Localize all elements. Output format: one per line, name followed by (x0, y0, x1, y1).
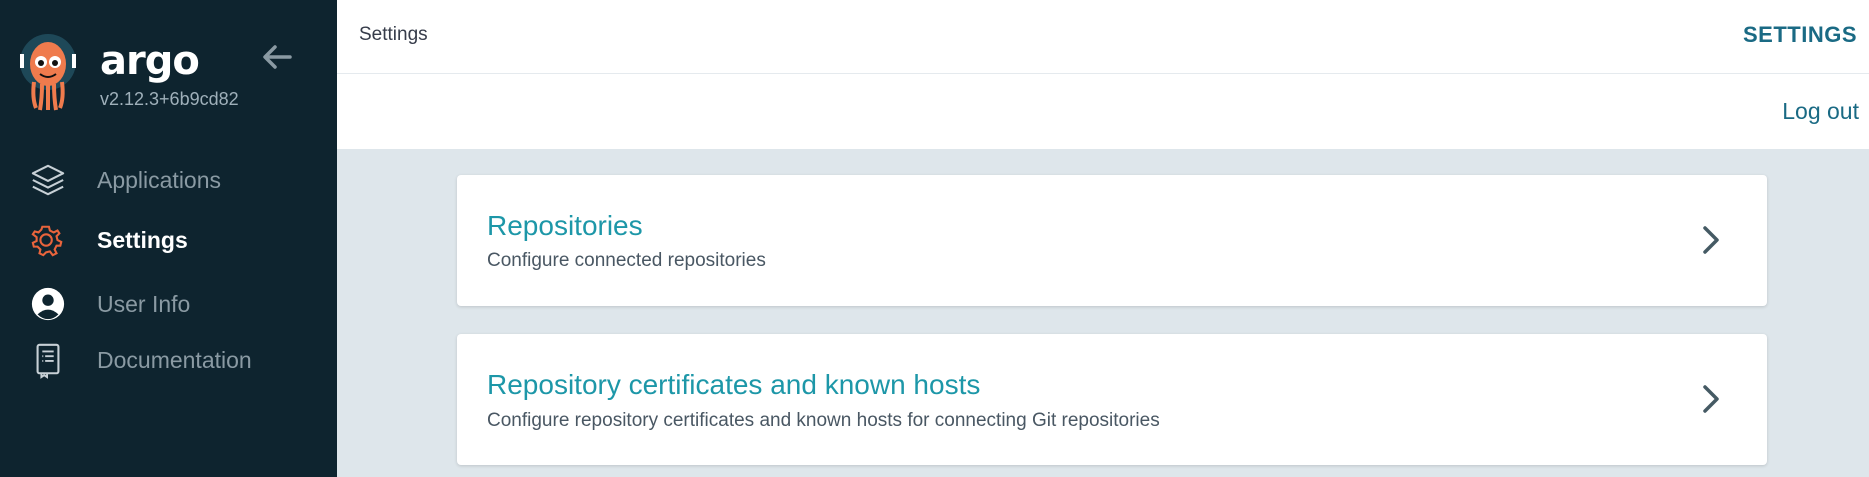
settings-card-repositories[interactable]: Repositories Configure connected reposit… (457, 175, 1767, 306)
book-icon (30, 342, 66, 379)
sidebar-item-settings[interactable]: Settings (0, 213, 337, 267)
layers-icon (30, 162, 66, 198)
sidebar-item-label: User Info (97, 290, 191, 317)
sidebar-item-label: Applications (97, 166, 222, 193)
chevron-right-icon (1703, 226, 1719, 254)
chevron-right-icon (1703, 385, 1719, 413)
card-title: Repository certificates and known hosts (487, 369, 981, 400)
top-bar: Settings SETTINGS (337, 0, 1869, 74)
card-description: Configure connected repositories (487, 250, 766, 271)
breadcrumb[interactable]: Settings (359, 24, 428, 46)
page-title: SETTINGS (1742, 22, 1857, 47)
collapse-sidebar-button[interactable] (260, 40, 294, 74)
sidebar-item-applications[interactable]: Applications (0, 153, 337, 207)
arrow-left-icon (263, 45, 292, 69)
gear-icon (30, 222, 66, 258)
settings-card-certificates[interactable]: Repository certificates and known hosts … (457, 334, 1767, 465)
argo-logo-icon (18, 32, 82, 117)
logout-button[interactable]: Log out (1782, 98, 1859, 125)
sidebar-item-documentation[interactable]: Documentation (0, 333, 337, 387)
sidebar-item-user-info[interactable]: User Info (0, 277, 337, 331)
sidebar: argo v2.12.3+6b9cd82 Applications Settin… (0, 0, 337, 477)
toolbar: Log out (337, 74, 1869, 149)
sidebar-item-label: Documentation (97, 346, 252, 373)
sidebar-item-label: Settings (97, 226, 188, 253)
card-description: Configure repository certificates and kn… (487, 410, 1160, 431)
logo-text: argo (100, 38, 200, 84)
card-title: Repositories (487, 210, 643, 241)
version-label: v2.12.3+6b9cd82 (100, 89, 239, 109)
user-circle-icon (30, 286, 66, 322)
